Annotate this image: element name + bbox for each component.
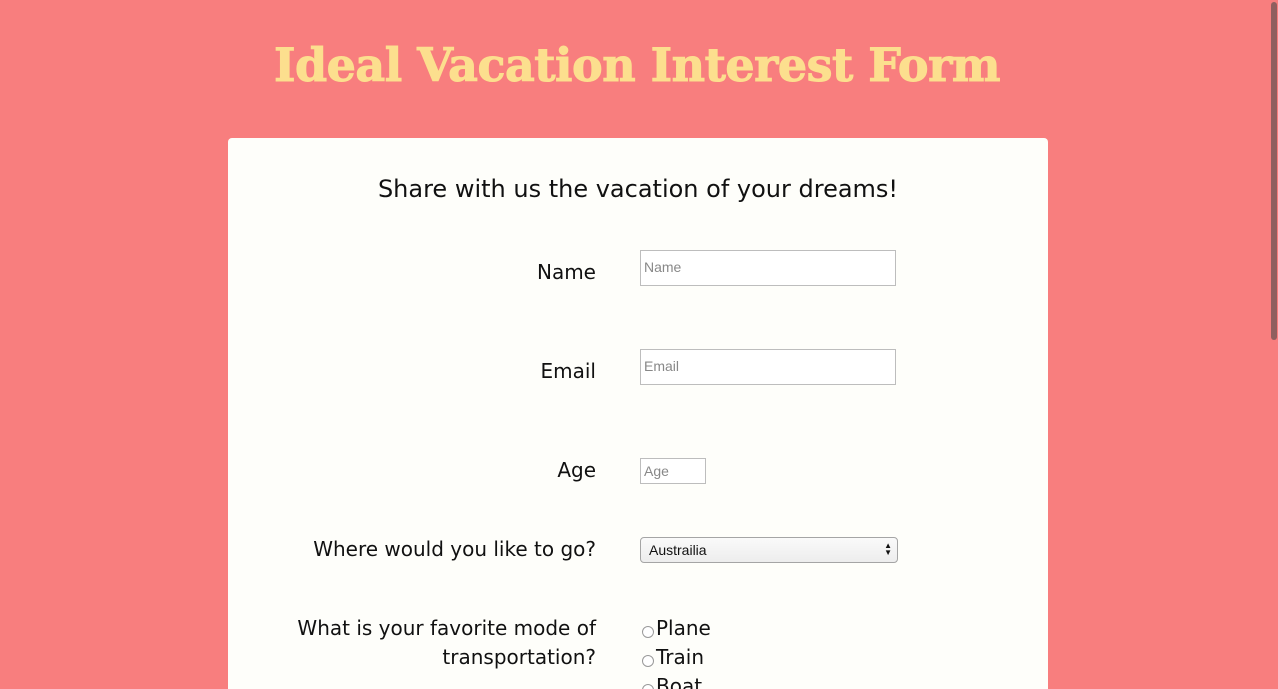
transport-option-label: Train [656,645,704,669]
form-heading: Share with us the vacation of your dream… [377,175,899,203]
destination-selected-value: Austrailia [649,542,707,558]
scrollbar-thumb[interactable] [1271,2,1277,340]
transport-label: What is your favorite mode of transporta… [297,614,596,672]
transport-option-train[interactable]: Train [642,643,704,672]
radio-button[interactable] [642,654,654,667]
age-field[interactable]: Age [640,458,706,484]
transport-option-label: Plane [656,616,711,640]
destination-label: Where would you like to go? [313,537,596,561]
form-card: Share with us the vacation of your dream… [228,138,1048,689]
page-title: Ideal Vacation Interest Form [273,38,1001,93]
name-field[interactable]: Name [640,250,896,286]
page: Ideal Vacation Interest Form Share with … [0,0,1278,689]
transport-label-line2: transportation? [442,645,596,669]
transport-option-boat[interactable]: Boat [642,672,702,689]
transport-option-label: Boat [656,674,703,689]
name-label: Name [536,260,596,284]
radio-button[interactable] [642,683,654,689]
email-label: Email [540,359,597,383]
age-label: Age [557,458,596,482]
scrollbar[interactable] [1270,0,1278,689]
transport-label-line1: What is your favorite mode of [297,616,596,640]
destination-select[interactable]: Austrailia ▲ ▼ [640,537,898,563]
transport-option-plane[interactable]: Plane [642,614,711,643]
select-arrows-icon: ▲ ▼ [884,541,892,557]
radio-button[interactable] [642,625,654,638]
email-field[interactable]: Email [640,349,896,385]
